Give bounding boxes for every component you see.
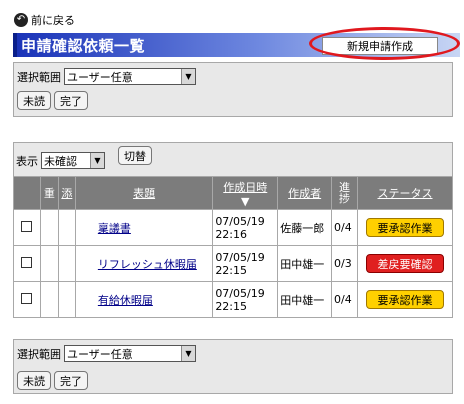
filter-select-value: 未確認 — [44, 154, 77, 168]
back-arrow-icon: ↶ — [14, 13, 28, 27]
page-title-bar: 申請確認依頼一覧 新規申請作成 — [13, 33, 460, 57]
row-subject[interactable]: リフレッシュ休暇届 — [74, 245, 214, 282]
page-title: 申請確認依頼一覧 — [21, 37, 146, 55]
new-application-button[interactable]: 新規申請作成 — [322, 37, 438, 55]
range-label: 選択範囲 — [17, 70, 61, 84]
row-important — [39, 245, 59, 282]
row-author: 佐藤一郎 — [277, 209, 333, 246]
row-checkbox[interactable] — [13, 281, 41, 318]
row-subject[interactable]: 稟議書 — [74, 209, 214, 246]
status-badge[interactable]: 要承認作業 — [366, 290, 444, 309]
range-select[interactable]: ユーザー任意 ▼ — [64, 68, 196, 85]
filter-select[interactable]: 未確認 ▼ — [41, 152, 105, 169]
row-important — [39, 281, 59, 318]
filter-bar: 表示 未確認 ▼ 切替 — [13, 142, 453, 176]
row-status[interactable]: 要承認作業 — [357, 209, 453, 246]
row-checkbox[interactable] — [13, 245, 41, 282]
row-progress: 0/4 — [331, 281, 359, 318]
header-subject[interactable]: 表題 — [74, 176, 214, 210]
done-button[interactable]: 完了 — [54, 371, 88, 390]
chevron-down-icon: ▼ — [181, 346, 195, 361]
top-selection-panel: 選択範囲 ユーザー任意 ▼ 未読 完了 — [13, 62, 453, 117]
table-header-row: 重 添 表題 作成日時 ▼ 作成者 進捗 ステータス — [13, 176, 453, 210]
table-row: 稟議書 07/05/19 22:16 佐藤一郎 0/4 要承認作業 — [13, 209, 453, 246]
status-badge[interactable]: 差戻要確認 — [366, 254, 444, 273]
done-button[interactable]: 完了 — [54, 91, 88, 110]
row-attach — [57, 281, 76, 318]
status-badge[interactable]: 要承認作業 — [366, 218, 444, 237]
row-checkbox[interactable] — [13, 209, 41, 246]
row-status[interactable]: 差戻要確認 — [357, 245, 453, 282]
row-author: 田中雄一 — [277, 245, 333, 282]
header-select — [13, 176, 41, 210]
table-row: リフレッシュ休暇届 07/05/19 22:15 田中雄一 0/3 差戻要確認 — [13, 245, 453, 282]
header-important: 重 — [39, 176, 59, 210]
chevron-down-icon: ▼ — [181, 69, 195, 84]
table-row: 有給休暇届 07/05/19 22:15 田中雄一 0/4 要承認作業 — [13, 281, 453, 318]
switch-button[interactable]: 切替 — [118, 146, 152, 165]
row-progress: 0/3 — [331, 245, 359, 282]
back-link[interactable]: ↶ 前に戻る — [14, 12, 75, 28]
header-author[interactable]: 作成者 — [277, 176, 333, 210]
header-created[interactable]: 作成日時 ▼ — [212, 176, 279, 210]
row-subject[interactable]: 有給休暇届 — [74, 281, 214, 318]
range-label: 選択範囲 — [17, 347, 61, 361]
row-created: 07/05/19 22:15 — [212, 281, 279, 318]
bottom-selection-panel: 選択範囲 ユーザー任意 ▼ 未読 完了 — [13, 339, 453, 394]
row-created: 07/05/19 22:16 — [212, 209, 279, 246]
sort-desc-icon: ▼ — [241, 194, 250, 208]
back-link-label: 前に戻る — [31, 14, 75, 27]
unread-button[interactable]: 未読 — [17, 371, 51, 390]
header-progress: 進捗 — [331, 176, 359, 210]
range-select-value: ユーザー任意 — [67, 70, 133, 84]
row-status[interactable]: 要承認作業 — [357, 281, 453, 318]
row-created: 07/05/19 22:15 — [212, 245, 279, 282]
header-status[interactable]: ステータス — [357, 176, 453, 210]
header-attach[interactable]: 添 — [57, 176, 76, 210]
unread-button[interactable]: 未読 — [17, 91, 51, 110]
row-important — [39, 209, 59, 246]
row-progress: 0/4 — [331, 209, 359, 246]
application-table: 重 添 表題 作成日時 ▼ 作成者 進捗 ステータス 稟議書 07/05/19 2… — [13, 176, 453, 318]
filter-label: 表示 — [16, 154, 38, 168]
row-author: 田中雄一 — [277, 281, 333, 318]
row-attach — [57, 245, 76, 282]
row-attach — [57, 209, 76, 246]
range-select[interactable]: ユーザー任意 ▼ — [64, 345, 196, 362]
chevron-down-icon: ▼ — [90, 153, 104, 168]
range-select-value: ユーザー任意 — [67, 347, 133, 361]
